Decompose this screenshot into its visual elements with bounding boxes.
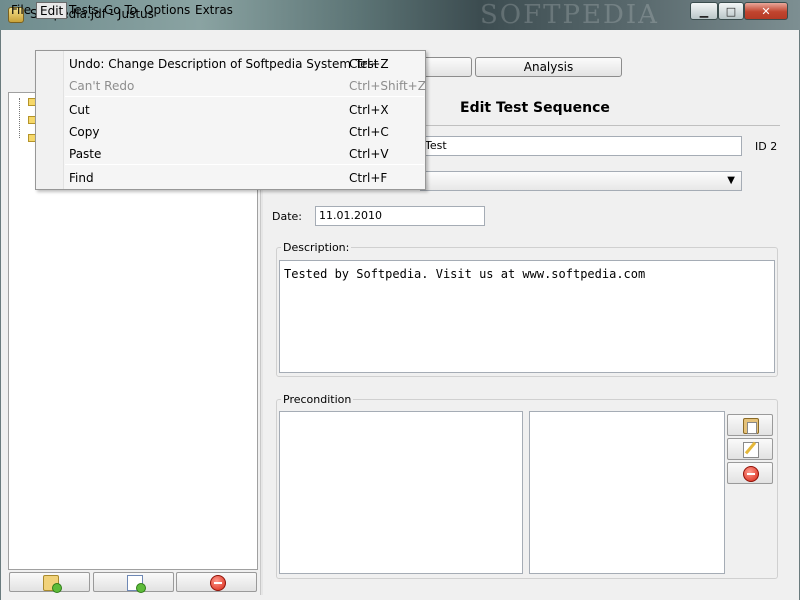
menu-item-copy[interactable]: Copy xyxy=(69,125,99,139)
menu-edit[interactable]: Edit xyxy=(36,2,68,19)
remove-icon xyxy=(210,575,226,591)
shortcut-copy: Ctrl+C xyxy=(349,125,389,139)
remove-precondition-button[interactable] xyxy=(727,462,773,484)
close-button[interactable]: ✕ xyxy=(744,2,788,20)
id-label: ID 2 xyxy=(755,140,778,153)
maximize-button[interactable]: □ xyxy=(718,2,744,20)
menu-item-redo: Can't Redo xyxy=(69,79,135,93)
menu-tests[interactable]: Tests xyxy=(66,2,102,19)
add-test-button[interactable] xyxy=(93,572,174,593)
menu-extras[interactable]: Extras xyxy=(192,2,236,19)
remove-item-button[interactable] xyxy=(176,572,257,592)
menu-file[interactable]: File xyxy=(8,2,34,19)
shortcut-paste: Ctrl+V xyxy=(349,147,389,161)
edit-menu-dropdown xyxy=(35,50,426,190)
menu-item-paste[interactable]: Paste xyxy=(69,147,101,161)
name-field[interactable]: Test xyxy=(420,136,742,156)
date-field[interactable]: 11.01.2010 xyxy=(315,206,485,226)
page-title: Edit Test Sequence xyxy=(460,100,610,116)
add-folder-icon xyxy=(43,575,62,593)
tree-connector xyxy=(19,98,20,138)
tab-analysis[interactable]: Analysis xyxy=(475,57,622,77)
description-textarea[interactable]: Tested by Softpedia. Visit us at www.sof… xyxy=(279,260,775,373)
minimize-button[interactable]: ▁ xyxy=(690,2,718,20)
add-folder-button[interactable] xyxy=(9,572,90,593)
menu-item-undo[interactable]: Undo: Change Description of Softpedia Sy… xyxy=(69,57,379,71)
edit-icon xyxy=(743,442,759,458)
menu-gutter xyxy=(36,51,64,189)
precondition-label: Precondition xyxy=(281,393,354,406)
menu-options[interactable]: Options xyxy=(141,2,193,19)
menu-bar xyxy=(4,30,796,50)
edit-precondition-button[interactable] xyxy=(727,438,773,460)
add-document-icon xyxy=(127,575,146,593)
chevron-down-icon: ▼ xyxy=(727,175,735,186)
tab-editor[interactable] xyxy=(420,57,472,77)
background-watermark: SOFTPEDIA xyxy=(480,0,659,30)
description-label: Description: xyxy=(281,241,352,254)
shortcut-redo: Ctrl+Shift+Z xyxy=(349,79,426,93)
type-select[interactable]: ▼ xyxy=(420,171,742,191)
menu-separator xyxy=(65,96,424,97)
shortcut-cut: Ctrl+X xyxy=(349,103,389,117)
menu-item-cut[interactable]: Cut xyxy=(69,103,90,117)
menu-item-find[interactable]: Find xyxy=(69,171,94,185)
precondition-list[interactable] xyxy=(279,411,523,574)
precondition-detail[interactable] xyxy=(529,411,725,574)
menu-go-to[interactable]: Go To xyxy=(101,2,140,19)
shortcut-undo: Ctrl+Z xyxy=(349,57,389,71)
paste-precondition-button[interactable] xyxy=(727,414,773,436)
date-label: Date: xyxy=(272,210,302,223)
paste-icon xyxy=(743,418,759,434)
remove-icon xyxy=(743,466,759,482)
menu-separator xyxy=(65,164,424,165)
shortcut-find: Ctrl+F xyxy=(349,171,388,185)
